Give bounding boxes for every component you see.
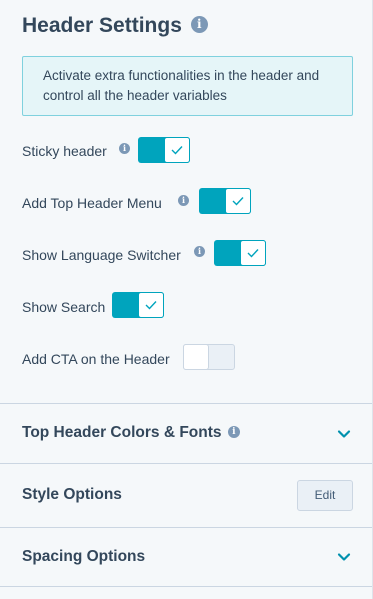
language-switcher-label: Show Language Switcher: [22, 247, 181, 263]
show-search-row: Show Search: [22, 292, 352, 320]
section-label: Style Options: [22, 486, 122, 503]
section-label-text: Top Header Colors & Fonts: [22, 424, 222, 441]
section-title: Header Settings i: [22, 14, 208, 38]
style-options-section: Style Options Edit: [0, 463, 373, 527]
language-switcher-toggle[interactable]: [214, 240, 266, 266]
settings-panel: Header Settings i Activate extra functio…: [0, 0, 373, 599]
add-cta-toggle[interactable]: [183, 344, 235, 370]
info-notice: Activate extra functionalities in the he…: [22, 56, 353, 116]
check-icon: [145, 301, 157, 310]
toggle-knob: [225, 188, 251, 214]
top-header-menu-row: Add Top Header Menu i: [22, 188, 352, 216]
toggle-knob: [183, 344, 209, 370]
top-header-colors-fonts-section[interactable]: Top Header Colors & Fonts i: [0, 403, 373, 463]
section-title-text: Header Settings: [22, 14, 182, 37]
section-label: Top Header Colors & Fonts i: [22, 424, 240, 442]
top-header-menu-label: Add Top Header Menu: [22, 195, 162, 211]
add-cta-label: Add CTA on the Header: [22, 351, 170, 367]
sticky-header-row: Sticky header i: [22, 136, 352, 164]
toggle-knob: [138, 292, 164, 318]
language-switcher-row: Show Language Switcher i: [22, 240, 352, 268]
edit-button[interactable]: Edit: [297, 480, 353, 511]
header-settings-section: Header Settings i Activate extra functio…: [0, 0, 373, 403]
chevron-down-icon[interactable]: [337, 552, 351, 562]
info-icon[interactable]: i: [190, 15, 208, 33]
sticky-header-toggle[interactable]: [138, 137, 190, 163]
info-icon[interactable]: i: [194, 246, 205, 257]
show-search-label: Show Search: [22, 299, 106, 315]
toggle-knob: [240, 240, 266, 266]
section-label: Spacing Options: [22, 548, 146, 565]
check-icon: [247, 249, 259, 258]
chevron-down-icon[interactable]: [337, 429, 351, 439]
info-icon[interactable]: i: [119, 143, 130, 154]
info-icon[interactable]: i: [178, 195, 189, 206]
spacing-options-section[interactable]: Spacing Options: [0, 527, 373, 587]
info-icon[interactable]: i: [227, 425, 240, 438]
top-header-menu-toggle[interactable]: [199, 188, 251, 214]
sticky-header-label: Sticky header: [22, 143, 107, 159]
check-icon: [171, 146, 183, 155]
divider: [0, 586, 373, 587]
add-cta-row: Add CTA on the Header: [22, 344, 352, 372]
check-icon: [232, 197, 244, 206]
show-search-toggle[interactable]: [112, 292, 164, 318]
toggle-knob: [164, 137, 190, 163]
